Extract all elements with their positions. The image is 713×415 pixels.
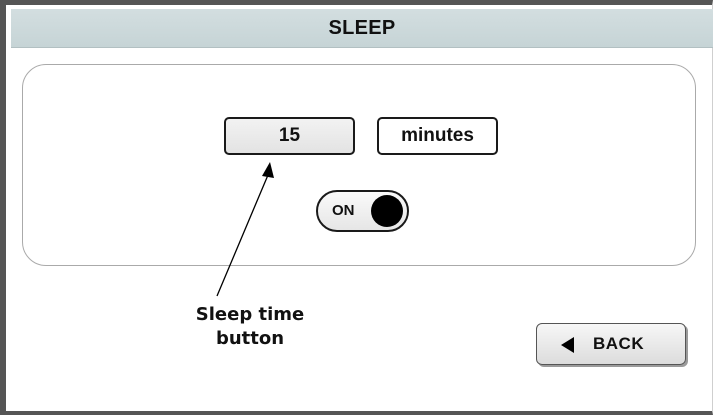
back-button[interactable]: BACK — [536, 323, 686, 365]
sleep-on-toggle[interactable]: ON — [316, 190, 409, 232]
toggle-knob — [371, 195, 403, 227]
sleep-time-button[interactable]: 15 — [224, 117, 355, 155]
callout-line-2: button — [215, 328, 285, 349]
back-button-label: BACK — [593, 334, 645, 353]
sleep-settings-panel — [22, 64, 696, 266]
toggle-state-label: ON — [332, 202, 355, 219]
left-triangle-icon — [561, 337, 574, 353]
minutes-unit-label: minutes — [377, 117, 498, 155]
sleep-time-callout: Sleep time button — [168, 303, 332, 351]
page-title: SLEEP — [11, 9, 713, 48]
callout-line-1: Sleep time — [195, 304, 305, 325]
